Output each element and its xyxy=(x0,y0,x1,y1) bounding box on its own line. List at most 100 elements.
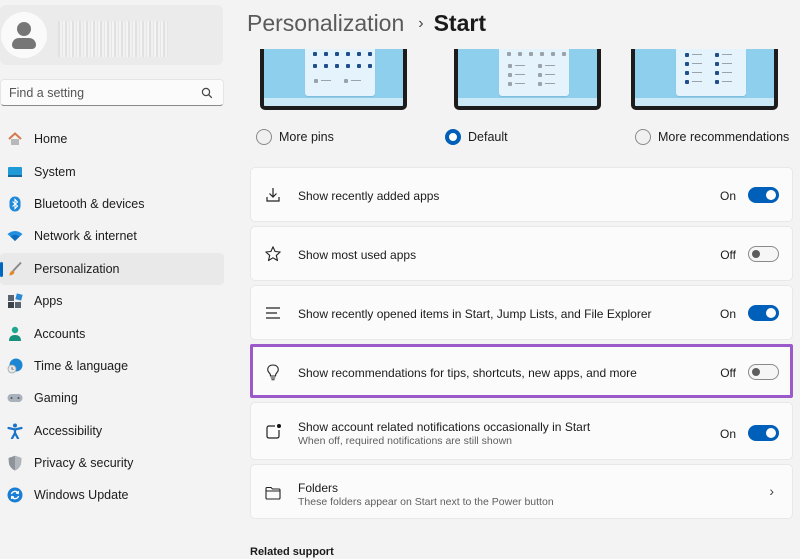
sidebar-item-windows-update[interactable]: Windows Update xyxy=(0,479,224,511)
sidebar-item-apps[interactable]: Apps xyxy=(0,285,224,317)
sidebar-item-label: Privacy & security xyxy=(34,456,134,471)
layout-preview-default[interactable] xyxy=(454,49,601,110)
sidebar-item-home[interactable]: Home xyxy=(0,123,224,155)
search-icon[interactable] xyxy=(201,87,213,99)
setting-recently-opened-items: Show recently opened items in Start, Jum… xyxy=(250,285,793,340)
thumbnail-tile xyxy=(715,53,719,57)
user-profile[interactable] xyxy=(0,5,223,65)
chevron-right-icon: › xyxy=(769,483,774,499)
thumbnail-tile xyxy=(335,64,339,68)
radio-label: Default xyxy=(468,130,508,144)
sidebar-item-label: Time & language xyxy=(34,358,129,373)
thumbnail-line xyxy=(321,80,331,81)
bluetooth-icon xyxy=(7,196,23,212)
breadcrumb-parent[interactable]: Personalization xyxy=(247,10,404,36)
sidebar-item-label: Personalization xyxy=(34,261,120,276)
thumbnail-tile xyxy=(715,80,719,84)
list-icon xyxy=(264,304,282,322)
thumbnail-line xyxy=(722,63,732,64)
setting-most-used-apps: Show most used apps Off xyxy=(250,226,793,281)
layout-preview-more-recommendations[interactable] xyxy=(631,49,778,110)
toggle-switch[interactable] xyxy=(748,187,779,203)
accounts-icon xyxy=(7,326,23,342)
thumbnail-tile xyxy=(335,52,339,56)
breadcrumb-current: Start xyxy=(433,10,486,36)
thumbnail-tile xyxy=(540,52,544,56)
radio-button-selected[interactable] xyxy=(445,129,461,145)
sidebar-item-label: Gaming xyxy=(34,391,78,406)
sidebar-item-label: Network & internet xyxy=(34,229,137,244)
start-menu-thumbnail xyxy=(499,49,569,96)
radio-default[interactable]: Default xyxy=(445,129,508,145)
radio-button[interactable] xyxy=(635,129,651,145)
radio-more-pins[interactable]: More pins xyxy=(256,129,334,145)
thumbnail-tile xyxy=(368,64,372,68)
thumbnail-tile xyxy=(529,52,533,56)
sidebar-item-accessibility[interactable]: Accessibility xyxy=(0,415,224,447)
system-icon xyxy=(7,164,23,180)
setting-recommendations-tips: Show recommendations for tips, shortcuts… xyxy=(250,344,793,398)
wifi-icon xyxy=(7,228,23,244)
thumbnail-tile xyxy=(508,73,512,77)
accessibility-icon xyxy=(7,423,23,439)
sidebar-item-privacy-security[interactable]: Privacy & security xyxy=(0,447,224,479)
sidebar: Home System Bluetooth & devices Network … xyxy=(0,0,232,559)
thumbnail-line xyxy=(545,74,555,75)
breadcrumb-separator-icon: › xyxy=(418,15,424,32)
setting-recently-added-apps: Show recently added apps On xyxy=(250,167,793,222)
thumbnail-tile xyxy=(314,79,318,83)
search-box[interactable] xyxy=(0,79,224,106)
sidebar-item-system[interactable]: System xyxy=(0,155,224,187)
thumbnail-line xyxy=(515,74,525,75)
search-input[interactable] xyxy=(9,85,189,101)
radio-label: More recommendations xyxy=(658,130,790,144)
setting-label: Show recently added apps xyxy=(298,189,440,203)
taskbar-thumbnail xyxy=(635,98,774,106)
sidebar-item-label: Accessibility xyxy=(34,423,103,438)
thumbnail-tile xyxy=(551,52,555,56)
setting-folders[interactable]: Folders These folders appear on Start ne… xyxy=(250,464,793,519)
toggle-switch[interactable] xyxy=(748,246,779,262)
thumbnail-line xyxy=(692,81,702,82)
related-support-heading: Related support xyxy=(250,546,334,558)
toggle-state-text: On xyxy=(719,189,736,203)
thumbnail-line xyxy=(692,72,702,73)
radio-label: More pins xyxy=(279,130,334,144)
thumbnail-tile xyxy=(346,64,350,68)
toggle-switch[interactable] xyxy=(748,425,779,441)
star-icon xyxy=(264,245,282,263)
folder-icon xyxy=(264,484,282,502)
toggle-switch[interactable] xyxy=(748,364,779,380)
thumbnail-tile xyxy=(313,52,317,56)
setting-label: Show recommendations for tips, shortcuts… xyxy=(298,366,637,380)
thumbnail-tile xyxy=(324,64,328,68)
avatar xyxy=(1,12,47,58)
update-icon xyxy=(7,487,23,503)
thumbnail-tile xyxy=(324,52,328,56)
sidebar-item-personalization[interactable]: Personalization xyxy=(0,252,224,285)
radio-button[interactable] xyxy=(256,129,272,145)
sidebar-item-label: Apps xyxy=(34,294,63,309)
sidebar-item-bluetooth[interactable]: Bluetooth & devices xyxy=(0,188,224,220)
thumbnail-tile xyxy=(346,52,350,56)
thumbnail-tile xyxy=(685,53,689,57)
layout-preview-more-pins[interactable] xyxy=(260,49,407,110)
sidebar-item-label: Bluetooth & devices xyxy=(34,196,145,211)
thumbnail-tile xyxy=(357,64,361,68)
thumbnail-line xyxy=(515,83,525,84)
thumbnail-line xyxy=(722,81,732,82)
sidebar-item-network[interactable]: Network & internet xyxy=(0,220,224,252)
toggle-state-text: On xyxy=(719,427,736,441)
sidebar-item-time-language[interactable]: Time & language xyxy=(0,350,224,382)
thumbnail-tile xyxy=(685,62,689,66)
thumbnail-tile xyxy=(538,64,542,68)
sidebar-item-accounts[interactable]: Accounts xyxy=(0,317,224,349)
sidebar-item-gaming[interactable]: Gaming xyxy=(0,382,224,414)
setting-label: Show account related notifications occas… xyxy=(298,420,591,434)
radio-more-recommendations[interactable]: More recommendations xyxy=(635,129,789,145)
thumbnail-line xyxy=(722,54,732,55)
toggle-switch[interactable] xyxy=(748,305,779,321)
toggle-state-text: Off xyxy=(720,248,736,262)
thumbnail-line xyxy=(722,72,732,73)
profile-name-redacted xyxy=(58,21,168,57)
